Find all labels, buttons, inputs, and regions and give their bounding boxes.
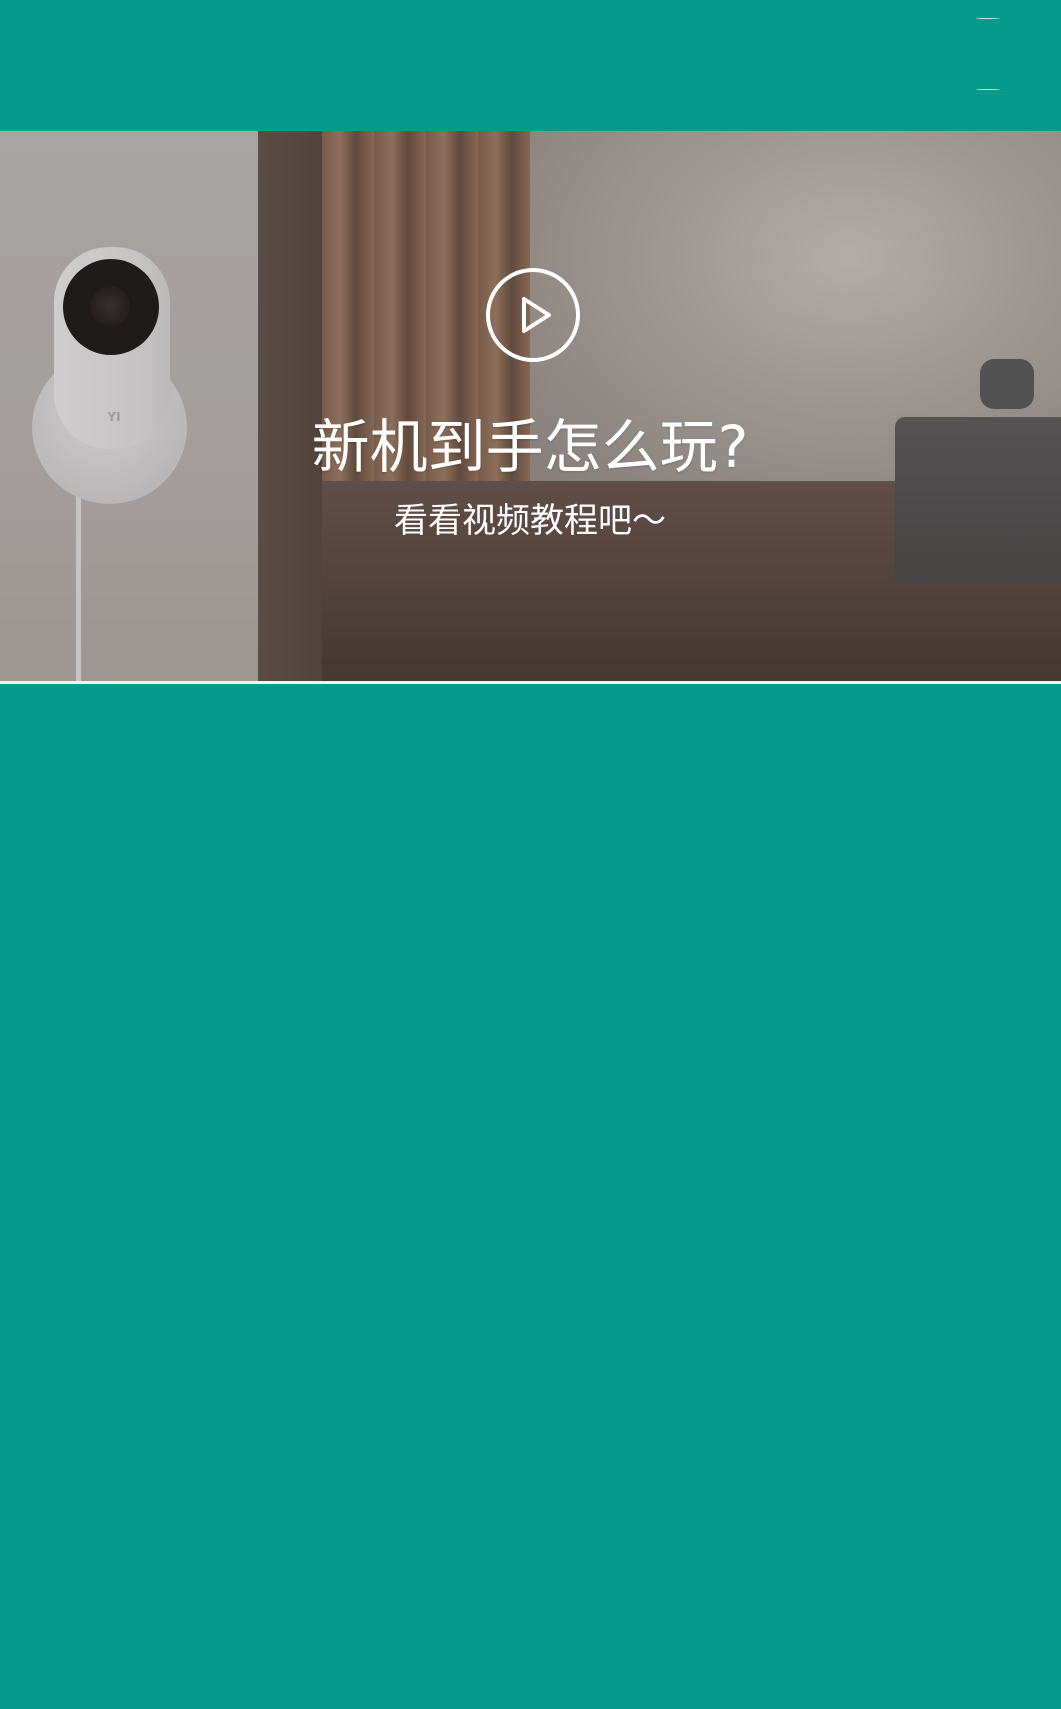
header-bar [0, 0, 1061, 131]
banner-headline: 新机到手怎么玩? [311, 413, 749, 481]
banner-overlay [0, 131, 1061, 681]
play-icon[interactable] [485, 267, 581, 363]
content-area [0, 684, 1061, 1709]
video-tutorial-banner[interactable]: YI 新机到手怎么玩? 看看视频教程吧～ [0, 131, 1061, 681]
banner-subheadline: 看看视频教程吧～ [394, 501, 666, 541]
page: YI 新机到手怎么玩? 看看视频教程吧～ [0, 0, 1061, 1709]
menu-icon[interactable] [968, 14, 1008, 92]
